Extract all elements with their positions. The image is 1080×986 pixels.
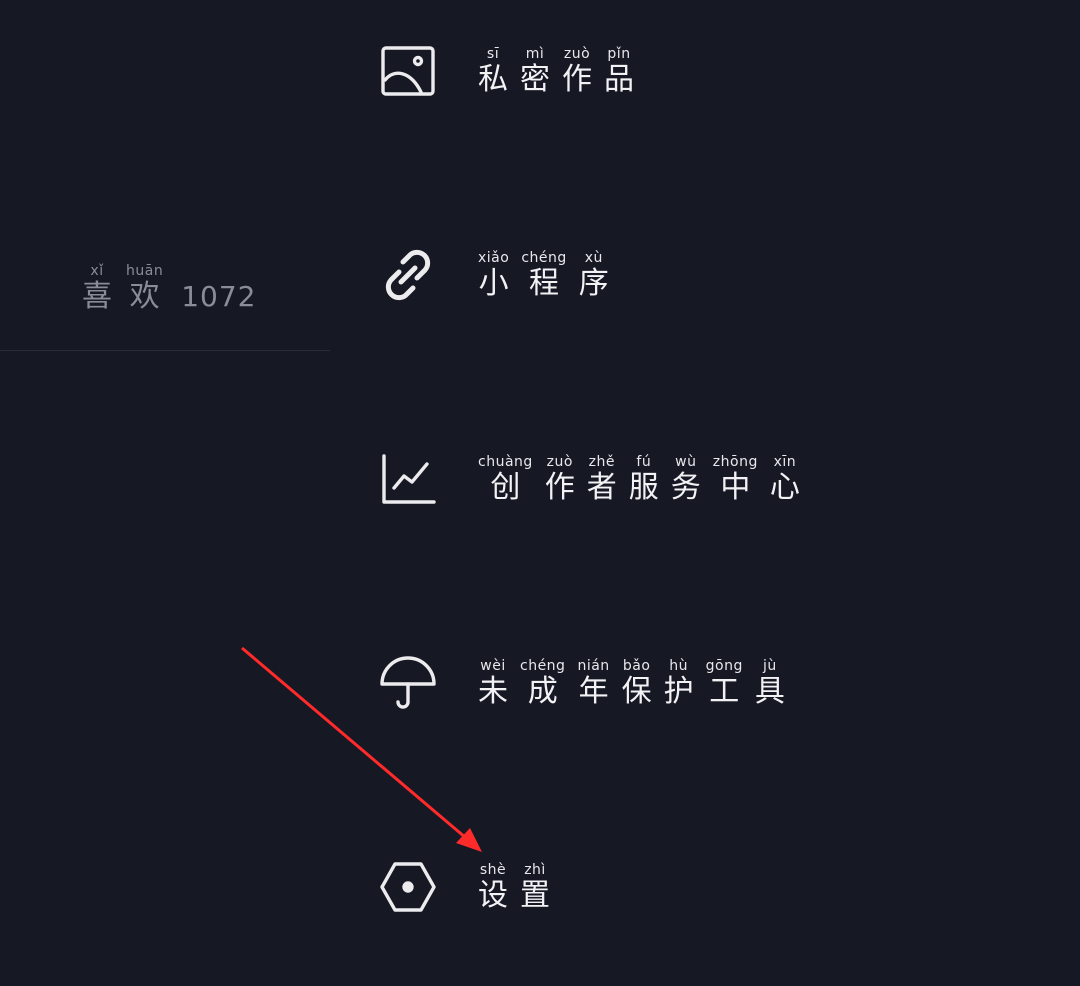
pinyin-char: jù 具 (755, 657, 785, 709)
pinyin-text: jù (763, 658, 777, 674)
menu-item-private-works[interactable]: sī 私 mì 密 zuò 作 pǐn 品 (378, 31, 938, 111)
image-icon (378, 41, 438, 101)
hanzi-text: 务 (670, 470, 701, 505)
hanzi-text: 序 (578, 266, 609, 301)
hanzi-text: 作 (562, 62, 592, 97)
pinyin-text: xiǎo (478, 250, 510, 266)
hanzi-text: 年 (578, 674, 609, 709)
hanzi-text: 欢 (129, 279, 160, 314)
pinyin-text: chuàng (478, 454, 533, 470)
menu-item-label: wèi 未 chéng 成 nián 年 bǎo 保 hù 护 gōng 工 jù 具 (478, 657, 785, 709)
pinyin-char: xiǎo 小 (478, 249, 509, 301)
pinyin-text: gōng (705, 658, 743, 674)
hanzi-text: 中 (720, 470, 751, 505)
hanzi-text: 护 (663, 674, 694, 709)
side-menu: sī 私 mì 密 zuò 作 pǐn 品 xiǎo 小 chéng 程 xù 序 (378, 0, 1078, 986)
pinyin-char: pǐn 品 (604, 45, 634, 97)
hanzi-text: 设 (478, 878, 508, 913)
pinyin-char: chuàng 创 (478, 453, 533, 505)
pinyin-text: huān (126, 263, 164, 279)
likes-count: 1072 (181, 280, 257, 313)
pinyin-char: shè 设 (478, 861, 508, 913)
pinyin-text: zhě (588, 454, 615, 470)
pinyin-text: zuò (563, 46, 591, 62)
pinyin-char: wèi 未 (478, 657, 508, 709)
menu-item-creator-center[interactable]: chuàng 创 zuò 作 zhě 者 fú 服 wù 务 zhōng 中 xīn 心 (378, 439, 938, 519)
pinyin-text: zuò (546, 454, 573, 470)
likes-char: huān 欢 (126, 262, 163, 314)
pinyin-text: mì (525, 46, 545, 62)
likes-char: xǐ 喜 (82, 262, 112, 314)
pinyin-text: wù (675, 454, 697, 470)
hanzi-text: 小 (478, 266, 509, 301)
hanzi-text: 作 (544, 470, 575, 505)
hanzi-text: 服 (628, 470, 659, 505)
settings-hexagon-icon (378, 857, 438, 917)
trend-chart-icon (378, 449, 438, 509)
pinyin-text: pǐn (607, 46, 631, 62)
menu-item-settings[interactable]: shè 设 zhì 置 (378, 847, 938, 927)
menu-item-minor-protection[interactable]: wèi 未 chéng 成 nián 年 bǎo 保 hù 护 gōng 工 jù 具 (378, 643, 938, 723)
pinyin-text: xù (584, 250, 603, 266)
pinyin-text: chéng (520, 658, 566, 674)
pinyin-char: xù 序 (579, 249, 609, 301)
pinyin-text: sī (486, 46, 500, 62)
pinyin-char: bǎo 保 (622, 657, 652, 709)
pinyin-char: chéng 程 (521, 249, 566, 301)
pinyin-text: bǎo (622, 658, 651, 674)
pinyin-text: zhōng (712, 454, 758, 470)
menu-item-mini-programs[interactable]: xiǎo 小 chéng 程 xù 序 (378, 235, 938, 315)
hanzi-text: 心 (769, 470, 800, 505)
hanzi-text: 工 (709, 674, 740, 709)
pinyin-char: nián 年 (577, 657, 609, 709)
page: xǐ 喜 huān 欢 1072 sī 私 mì 密 zuò 作 pǐn 品 x… (0, 0, 1080, 986)
pinyin-char: gōng 工 (706, 657, 743, 709)
pinyin-char: fú 服 (629, 453, 659, 505)
pinyin-char: zhě 者 (587, 453, 617, 505)
hanzi-text: 未 (478, 674, 508, 709)
pinyin-char: zuò 作 (562, 45, 592, 97)
pinyin-text: wèi (480, 658, 506, 674)
pinyin-char: sī 私 (478, 45, 508, 97)
menu-item-label: shè 设 zhì 置 (478, 861, 550, 913)
hanzi-text: 保 (621, 674, 652, 709)
pinyin-text: zhì (524, 862, 546, 878)
hanzi-text: 置 (520, 878, 550, 913)
pinyin-text: xīn (773, 454, 797, 470)
pinyin-char: hù 护 (664, 657, 694, 709)
hanzi-text: 者 (586, 470, 617, 505)
pinyin-text: xǐ (90, 263, 104, 279)
pinyin-char: xīn 心 (770, 453, 800, 505)
hanzi-text: 品 (604, 62, 634, 97)
menu-item-label: sī 私 mì 密 zuò 作 pǐn 品 (478, 45, 634, 97)
pinyin-char: chéng 成 (520, 657, 565, 709)
pinyin-char: zhōng 中 (713, 453, 758, 505)
menu-item-label: xiǎo 小 chéng 程 xù 序 (478, 249, 609, 301)
hanzi-text: 创 (490, 470, 521, 505)
pinyin-char: mì 密 (520, 45, 550, 97)
hanzi-text: 具 (754, 674, 785, 709)
pinyin-text: chéng (521, 250, 567, 266)
hanzi-text: 成 (527, 674, 558, 709)
pinyin-char: wù 务 (671, 453, 701, 505)
likes-stat[interactable]: xǐ 喜 huān 欢 1072 (82, 262, 256, 314)
umbrella-icon (378, 653, 438, 713)
pinyin-text: hù (669, 658, 689, 674)
hanzi-text: 私 (478, 62, 508, 97)
menu-item-label: chuàng 创 zuò 作 zhě 者 fú 服 wù 务 zhōng 中 xīn 心 (478, 453, 800, 505)
hanzi-text: 喜 (82, 279, 112, 314)
link-icon (378, 245, 438, 305)
divider (0, 350, 330, 351)
pinyin-text: shè (479, 862, 507, 878)
pinyin-text: nián (577, 658, 610, 674)
pinyin-char: zhì 置 (520, 861, 550, 913)
hanzi-text: 程 (529, 266, 560, 301)
pinyin-text: fú (636, 454, 652, 470)
pinyin-char: zuò 作 (545, 453, 575, 505)
hanzi-text: 密 (520, 62, 550, 97)
